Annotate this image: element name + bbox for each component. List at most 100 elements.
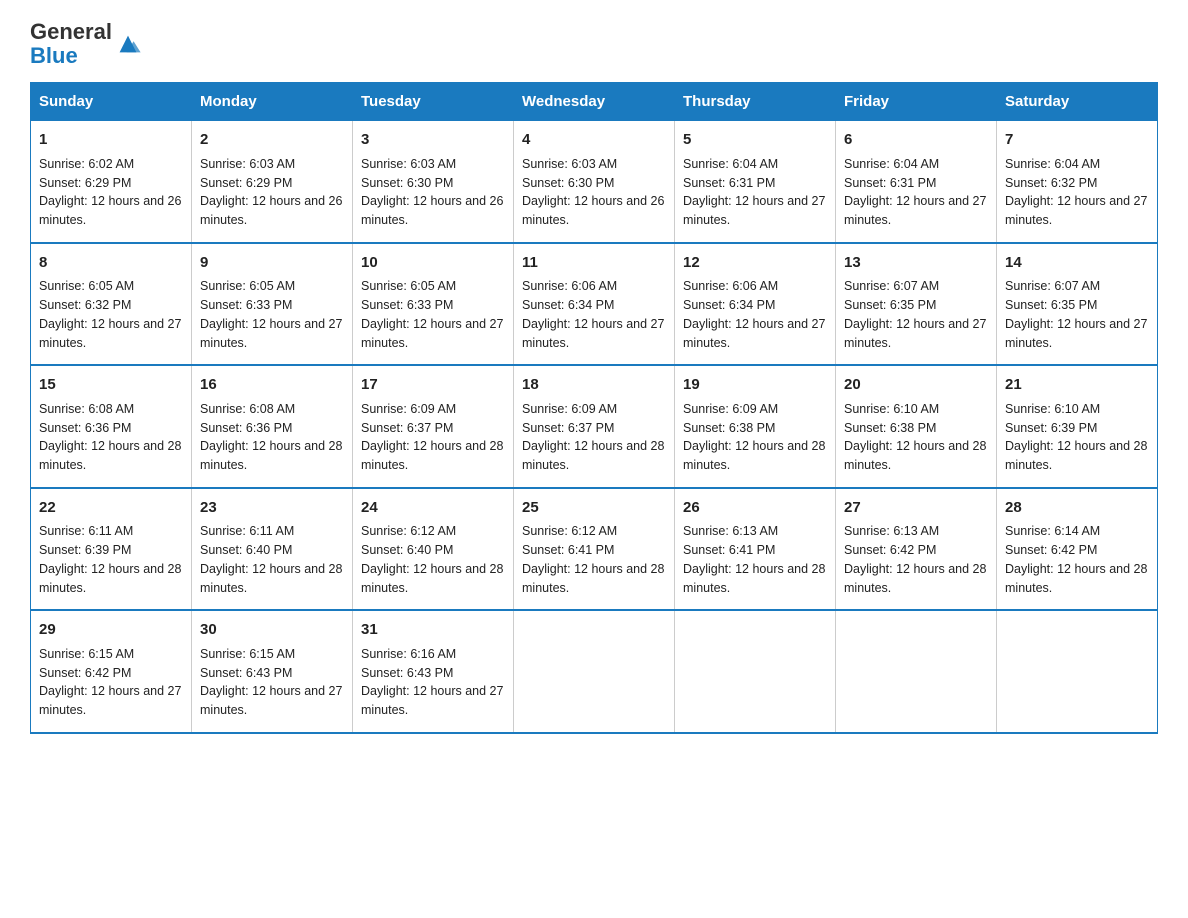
- sunrise-label: Sunrise: 6:08 AM: [200, 402, 295, 416]
- sunrise-label: Sunrise: 6:12 AM: [522, 524, 617, 538]
- sunrise-label: Sunrise: 6:03 AM: [200, 157, 295, 171]
- calendar-cell: 9Sunrise: 6:05 AMSunset: 6:33 PMDaylight…: [192, 243, 353, 366]
- daylight-label: Daylight: 12 hours and 26 minutes.: [200, 194, 342, 227]
- sunset-label: Sunset: 6:41 PM: [683, 543, 775, 557]
- daylight-label: Daylight: 12 hours and 27 minutes.: [844, 317, 986, 350]
- day-number: 16: [200, 374, 344, 397]
- sunset-label: Sunset: 6:36 PM: [200, 421, 292, 435]
- day-header-thursday: Thursday: [675, 83, 836, 121]
- sunset-label: Sunset: 6:35 PM: [844, 298, 936, 312]
- daylight-label: Daylight: 12 hours and 27 minutes.: [522, 317, 664, 350]
- day-number: 9: [200, 252, 344, 275]
- sunrise-label: Sunrise: 6:07 AM: [1005, 279, 1100, 293]
- daylight-label: Daylight: 12 hours and 28 minutes.: [200, 562, 342, 595]
- day-number: 28: [1005, 497, 1149, 520]
- day-number: 14: [1005, 252, 1149, 275]
- sunrise-label: Sunrise: 6:13 AM: [683, 524, 778, 538]
- calendar-cell: 27Sunrise: 6:13 AMSunset: 6:42 PMDayligh…: [836, 488, 997, 611]
- calendar-cell: 11 Sunrise: 6:06 AM Sunset: 6:34 PM Dayligh…: [514, 243, 675, 366]
- sunrise-label: Sunrise: 6:05 AM: [39, 279, 134, 293]
- sunset-label: Sunset: 6:43 PM: [200, 666, 292, 680]
- calendar-cell: 4Sunrise: 6:03 AMSunset: 6:30 PMDaylight…: [514, 121, 675, 243]
- day-number: 30: [200, 619, 344, 642]
- daylight-label: Daylight: 12 hours and 27 minutes.: [361, 317, 503, 350]
- calendar-cell: 5Sunrise: 6:04 AMSunset: 6:31 PMDaylight…: [675, 121, 836, 243]
- daylight-label: Daylight: 12 hours and 28 minutes.: [1005, 562, 1147, 595]
- sunrise-label: Sunrise: 6:04 AM: [1005, 157, 1100, 171]
- calendar-cell: 23 Sunrise: 6:11 AM Sunset: 6:40 PM Dayligh…: [192, 488, 353, 611]
- calendar-week-row: 29Sunrise: 6:15 AMSunset: 6:42 PMDayligh…: [31, 610, 1158, 733]
- daylight-label: Daylight: 12 hours and 28 minutes.: [844, 562, 986, 595]
- day-number: 22: [39, 497, 183, 520]
- sunrise-label: Sunrise: 6:16 AM: [361, 647, 456, 661]
- sunset-label: Sunset: 6:38 PM: [844, 421, 936, 435]
- daylight-label: Daylight: 12 hours and 27 minutes.: [1005, 317, 1147, 350]
- sunrise-label: Sunrise: 6:11 AM: [200, 524, 294, 538]
- sunset-label: Sunset: 6:33 PM: [361, 298, 453, 312]
- daylight-label: Daylight: 12 hours and 26 minutes.: [361, 194, 503, 227]
- sunrise-label: Sunrise: 6:14 AM: [1005, 524, 1100, 538]
- sunrise-label: Sunrise: 6:15 AM: [200, 647, 295, 661]
- sunrise-label: Sunrise: 6:09 AM: [683, 402, 778, 416]
- calendar-cell: 21Sunrise: 6:10 AMSunset: 6:39 PMDayligh…: [997, 365, 1158, 488]
- day-number: 25: [522, 497, 666, 520]
- daylight-label: Daylight: 12 hours and 28 minutes.: [683, 439, 825, 472]
- daylight-label: Daylight: 12 hours and 28 minutes.: [39, 562, 181, 595]
- sunset-label: Sunset: 6:43 PM: [361, 666, 453, 680]
- sunset-label: Sunset: 6:31 PM: [683, 176, 775, 190]
- calendar-cell: 20Sunrise: 6:10 AMSunset: 6:38 PMDayligh…: [836, 365, 997, 488]
- day-number: 24: [361, 497, 505, 520]
- calendar-cell: 24Sunrise: 6:12 AMSunset: 6:40 PMDayligh…: [353, 488, 514, 611]
- calendar-header-row: SundayMondayTuesdayWednesdayThursdayFrid…: [31, 83, 1158, 121]
- sunrise-label: Sunrise: 6:11 AM: [39, 524, 133, 538]
- day-number: 23: [200, 497, 344, 520]
- day-number: 10: [361, 252, 505, 275]
- sunset-label: Sunset: 6:42 PM: [39, 666, 131, 680]
- page-header: GeneralBlue: [30, 20, 1158, 68]
- sunrise-label: Sunrise: 6:13 AM: [844, 524, 939, 538]
- sunset-label: Sunset: 6:40 PM: [200, 543, 292, 557]
- sunset-label: Sunset: 6:40 PM: [361, 543, 453, 557]
- sunset-label: Sunset: 6:34 PM: [522, 298, 614, 312]
- day-number: 20: [844, 374, 988, 397]
- daylight-label: Daylight: 12 hours and 27 minutes.: [200, 317, 342, 350]
- sunrise-label: Sunrise: 6:03 AM: [522, 157, 617, 171]
- sunrise-label: Sunrise: 6:03 AM: [361, 157, 456, 171]
- day-number: 1: [39, 129, 183, 152]
- day-number: 11: [522, 252, 666, 275]
- day-number: 31: [361, 619, 505, 642]
- daylight-label: Daylight: 12 hours and 28 minutes.: [844, 439, 986, 472]
- sunrise-label: Sunrise: 6:06 AM: [522, 279, 617, 293]
- day-header-saturday: Saturday: [997, 83, 1158, 121]
- day-header-monday: Monday: [192, 83, 353, 121]
- calendar-cell: 30Sunrise: 6:15 AMSunset: 6:43 PMDayligh…: [192, 610, 353, 733]
- daylight-label: Daylight: 12 hours and 28 minutes.: [39, 439, 181, 472]
- day-header-tuesday: Tuesday: [353, 83, 514, 121]
- logo-text: GeneralBlue: [30, 20, 112, 68]
- sunset-label: Sunset: 6:41 PM: [522, 543, 614, 557]
- daylight-label: Daylight: 12 hours and 27 minutes.: [844, 194, 986, 227]
- calendar-cell: 15Sunrise: 6:08 AMSunset: 6:36 PMDayligh…: [31, 365, 192, 488]
- logo-blue: Blue: [30, 43, 78, 68]
- calendar-cell: 26Sunrise: 6:13 AMSunset: 6:41 PMDayligh…: [675, 488, 836, 611]
- daylight-label: Daylight: 12 hours and 28 minutes.: [1005, 439, 1147, 472]
- calendar-cell: 31Sunrise: 6:16 AMSunset: 6:43 PMDayligh…: [353, 610, 514, 733]
- day-number: 8: [39, 252, 183, 275]
- calendar-cell: [997, 610, 1158, 733]
- calendar-cell: 6Sunrise: 6:04 AMSunset: 6:31 PMDaylight…: [836, 121, 997, 243]
- sunset-label: Sunset: 6:42 PM: [844, 543, 936, 557]
- day-number: 21: [1005, 374, 1149, 397]
- sunset-label: Sunset: 6:35 PM: [1005, 298, 1097, 312]
- sunset-label: Sunset: 6:37 PM: [522, 421, 614, 435]
- calendar-cell: [514, 610, 675, 733]
- day-number: 19: [683, 374, 827, 397]
- sunset-label: Sunset: 6:33 PM: [200, 298, 292, 312]
- calendar-cell: 16 Sunrise: 6:08 AM Sunset: 6:36 PM Dayligh…: [192, 365, 353, 488]
- calendar-cell: 18Sunrise: 6:09 AMSunset: 6:37 PMDayligh…: [514, 365, 675, 488]
- day-header-friday: Friday: [836, 83, 997, 121]
- daylight-label: Daylight: 12 hours and 28 minutes.: [200, 439, 342, 472]
- day-number: 13: [844, 252, 988, 275]
- daylight-label: Daylight: 12 hours and 28 minutes.: [683, 562, 825, 595]
- calendar-cell: 12Sunrise: 6:06 AMSunset: 6:34 PMDayligh…: [675, 243, 836, 366]
- sunrise-label: Sunrise: 6:15 AM: [39, 647, 134, 661]
